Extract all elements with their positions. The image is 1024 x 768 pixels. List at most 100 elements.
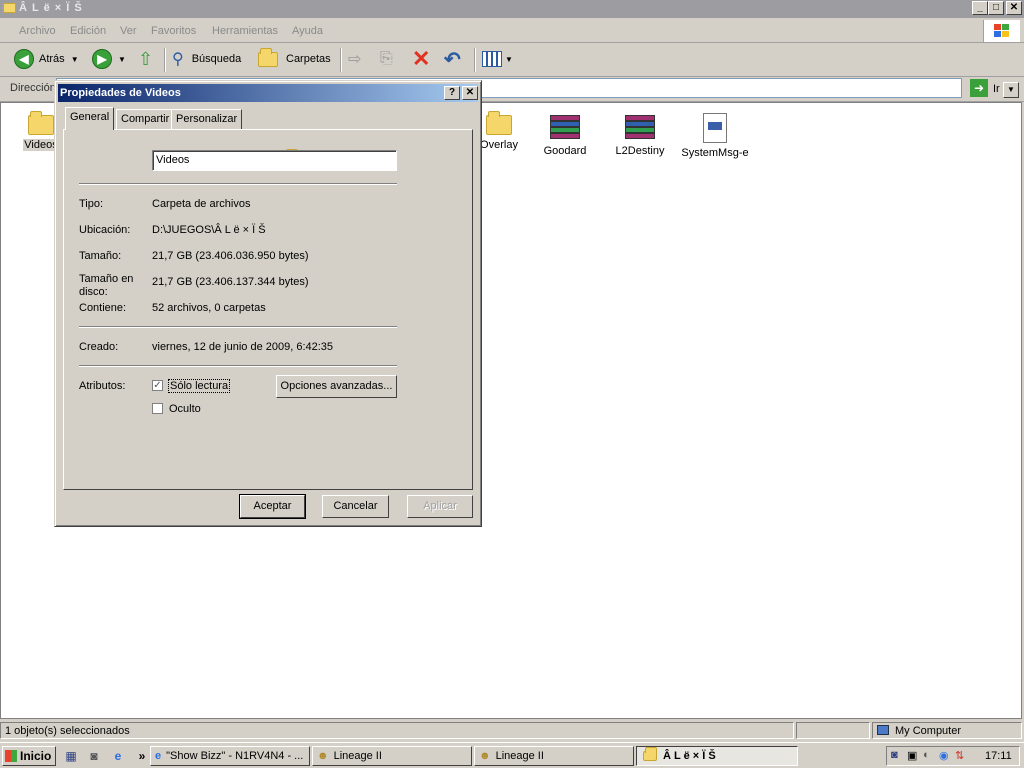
task-explorer-window[interactable]: Â L ë × Ï Š [636,746,798,766]
readonly-checkbox[interactable]: ✓ [152,380,163,391]
hidden-label[interactable]: Oculto [169,403,201,415]
start-label: Inicio [20,749,52,763]
system-tray: ◙ ▣ ◐ ◉ ⇅ 17:11 [886,746,1020,766]
tab-general[interactable]: General [65,107,115,130]
start-button[interactable]: Inicio [2,746,56,766]
tipo-value: Carpeta de archivos [152,198,251,210]
forward-button[interactable]: ▶ ▼ [92,44,126,74]
forward-dropdown-icon[interactable]: ▼ [118,55,126,64]
task-label: Lineage II [333,750,382,762]
toolbar-separator [474,48,476,72]
tipo-label: Tipo: [79,198,104,210]
go-button[interactable]: Ir [993,83,1000,95]
tamano-label: Tamaño: [79,250,122,262]
taskbar: Inicio ▦ ◙ e » e "Show Bizz" - N1RV4N4 -… [0,742,1024,768]
windows-flag-icon [5,750,17,762]
hidden-checkbox[interactable] [152,403,163,414]
network-icon[interactable]: ▣ [907,749,917,762]
status-panel-empty [796,722,870,739]
toolbar: ◀ Atrás ▼ ▶ ▼ ⇧ ⚲ Búsqueda Carpetas ⇨ ⎘ … [0,44,1024,77]
file-item-systemmsg[interactable]: SystemMsg-e [679,113,751,159]
ubicacion-value: D:\JUEGOS\Â L ë × Ï Š [152,224,266,236]
task-lineage-1[interactable]: ☻ Lineage II [312,746,472,766]
task-show-bizz[interactable]: e "Show Bizz" - N1RV4N4 - ... [150,746,310,766]
file-item-label: SystemMsg-e [681,147,749,159]
tab-compartir[interactable]: Compartir [116,109,175,129]
window-title-bar[interactable]: Â L ë × Ï Š _ □ ✕ [0,0,1024,18]
tray-arrows-icon[interactable]: ⇅ [955,749,964,762]
menu-edicion[interactable]: Edición [70,25,106,37]
toolbar-separator [164,48,166,72]
tray-info-icon[interactable]: ◉ [939,749,949,762]
minimize-button[interactable]: _ [972,1,988,15]
close-button[interactable]: ✕ [1006,1,1022,15]
task-label: Â L ë × Ï Š [663,750,716,762]
tamano-disco-label-line2: disco: [79,286,108,298]
folder-name-input[interactable]: Videos [152,150,397,171]
creado-value: viernes, 12 de junio de 2009, 6:42:35 [152,341,334,353]
lineage-icon: ☻ [317,750,329,762]
tray-app-icon[interactable]: ◙ [891,749,898,761]
advanced-options-button[interactable]: Opciones avanzadas... [276,375,397,398]
menu-ver[interactable]: Ver [120,25,137,37]
contiene-label: Contiene: [79,302,127,314]
dialog-close-button[interactable]: ✕ [462,86,478,100]
status-location: My Computer [872,722,1022,739]
ok-button[interactable]: Aceptar [239,494,306,519]
menu-favoritos[interactable]: Favoritos [151,25,196,37]
clock[interactable]: 17:11 [985,750,1012,762]
creado-label: Creado: [79,341,119,353]
search-icon: ⚲ [172,51,184,68]
address-dropdown-icon[interactable]: ▼ [1003,82,1019,98]
file-item-l2destiny[interactable]: L2Destiny [604,115,676,157]
toolbar-separator [340,48,342,72]
readonly-label[interactable]: Sólo lectura [168,379,231,393]
menu-herramientas[interactable]: Herramientas [212,25,278,37]
quicklaunch-more-icon[interactable]: » [134,748,150,764]
atributos-label: Atributos: [79,380,126,392]
show-desktop-icon[interactable]: ▦ [63,748,79,764]
undo-icon[interactable]: ↶ [444,44,461,74]
maximize-button[interactable]: □ [988,1,1004,15]
views-icon [482,51,502,67]
divider [79,326,397,328]
dialog-title-bar[interactable]: Propiedades de Videos ? ✕ [58,84,478,102]
tamano-disco-value: 21,7 GB (23.406.137.344 bytes) [152,276,309,288]
window-title: Â L ë × Ï Š [19,2,83,14]
tray-shield-icon[interactable]: ◐ [923,749,930,761]
search-label: Búsqueda [191,53,242,65]
copy-to-icon[interactable]: ⎘ [380,44,393,74]
file-item-label: L2Destiny [615,145,665,157]
help-button[interactable]: ? [444,86,460,100]
task-lineage-2[interactable]: ☻ Lineage II [474,746,634,766]
status-selection: 1 objeto(s) seleccionados [0,722,794,739]
move-to-icon[interactable]: ⇨ [348,44,361,74]
file-item-goodard[interactable]: Goodard [529,115,601,157]
folders-label: Carpetas [286,53,331,65]
folder-icon [28,111,54,135]
task-label: Lineage II [495,750,544,762]
tab-personalizar[interactable]: Personalizar [171,109,243,129]
ubicacion-label: Ubicación: [79,224,131,236]
views-button[interactable]: ▼ [482,44,513,74]
document-icon [703,113,727,143]
task-label: "Show Bizz" - N1RV4N4 - ... [166,750,304,762]
folders-button[interactable]: Carpetas [258,44,331,74]
go-arrow-icon[interactable]: ➜ [970,79,988,97]
back-label: Atrás [39,53,65,65]
internet-explorer-icon[interactable]: e [110,748,126,764]
tamano-disco-label-line1: Tamaño en [79,273,134,285]
menu-ayuda[interactable]: Ayuda [292,25,323,37]
back-dropdown-icon[interactable]: ▼ [71,55,79,64]
winrar-icon [550,115,580,141]
quicklaunch-app-icon[interactable]: ◙ [86,748,102,764]
forward-arrow-icon: ▶ [92,49,112,69]
delete-icon[interactable]: ✕ [412,44,430,74]
cancel-button[interactable]: Cancelar [322,495,389,518]
up-folder-icon[interactable]: ⇧ [138,44,153,74]
apply-button[interactable]: Aplicar [407,495,473,518]
menu-archivo[interactable]: Archivo [19,25,56,37]
search-button[interactable]: ⚲ Búsqueda [172,44,241,74]
divider [79,183,397,185]
back-button[interactable]: ◀ Atrás ▼ [14,44,79,74]
